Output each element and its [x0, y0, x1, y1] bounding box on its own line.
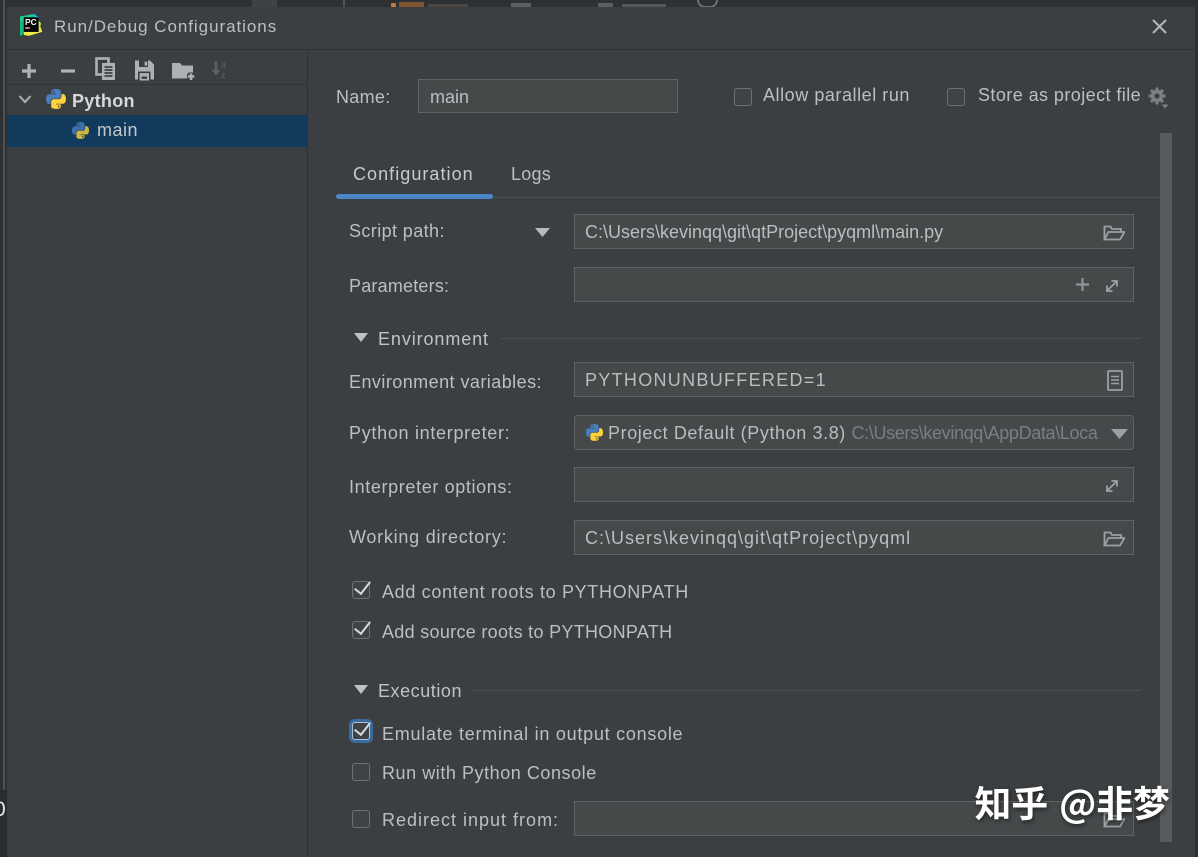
svg-text:a: a	[221, 60, 226, 70]
svg-text:PC: PC	[25, 17, 37, 27]
svg-text:z: z	[221, 70, 226, 80]
